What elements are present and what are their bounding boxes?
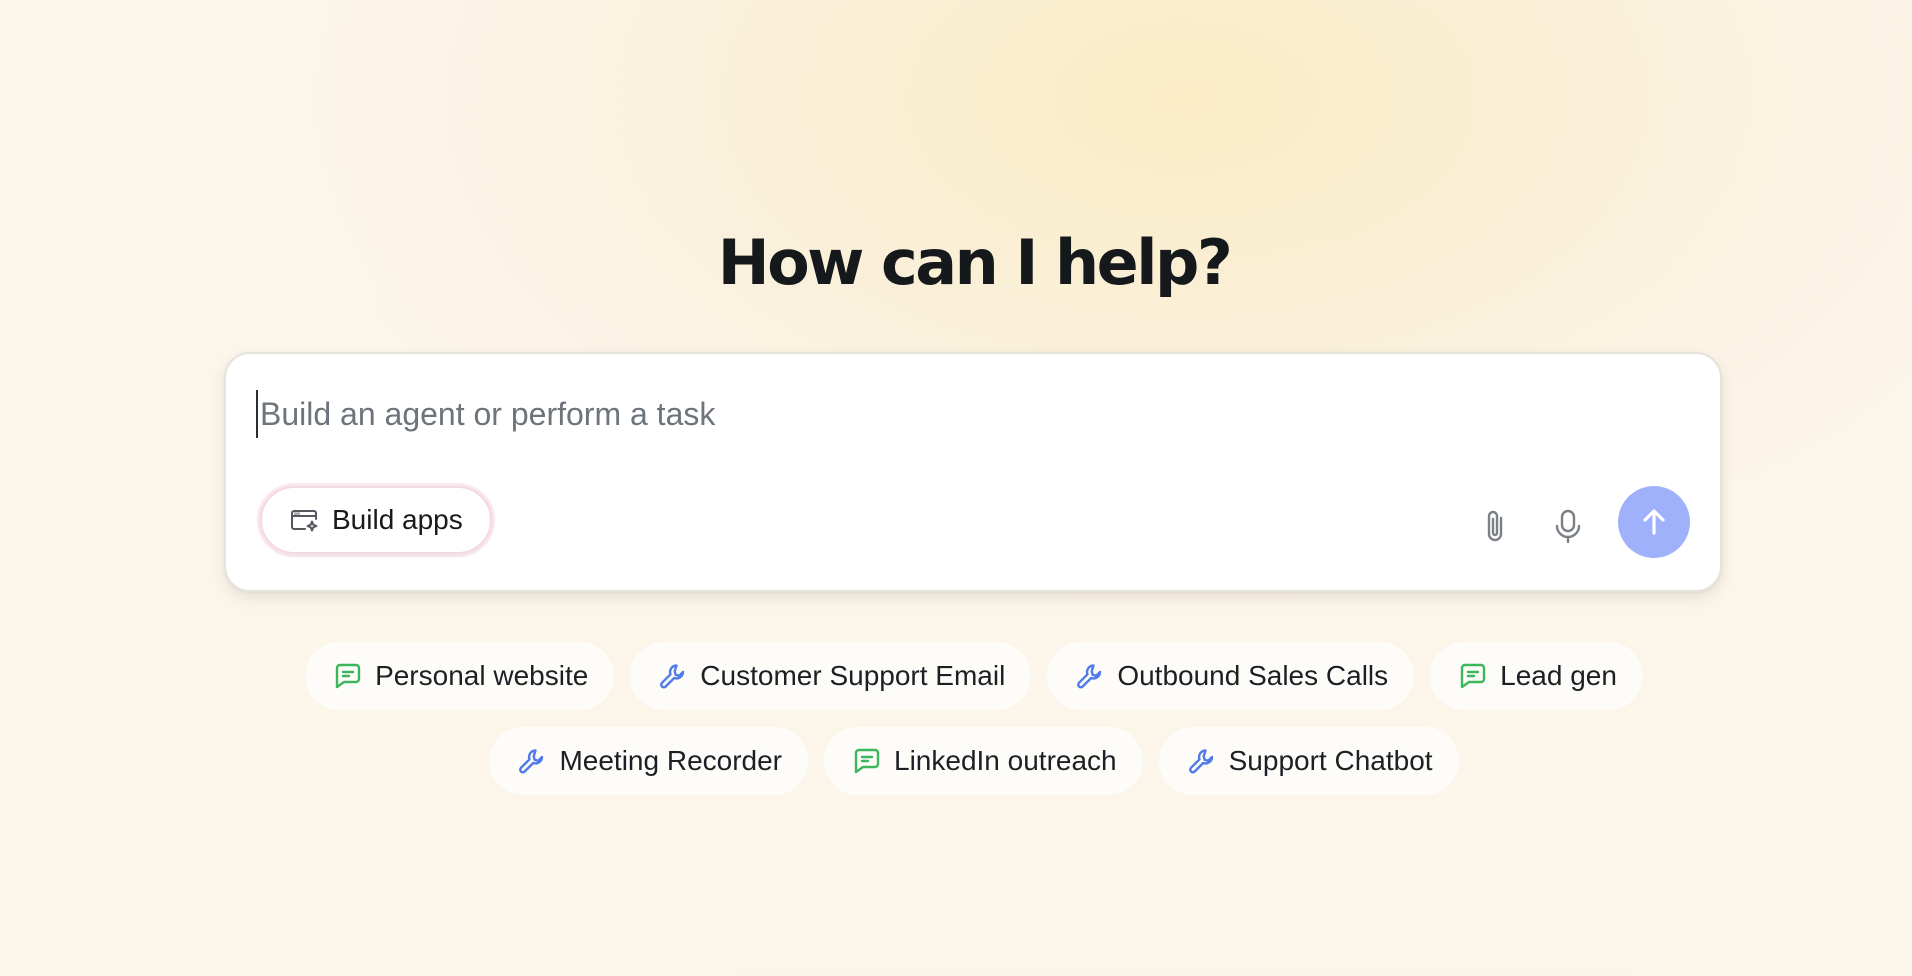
paperclip-icon (1479, 506, 1513, 546)
attach-button[interactable] (1472, 502, 1520, 550)
suggestion-label: Customer Support Email (700, 660, 1006, 691)
build-apps-label: Build apps (332, 504, 463, 535)
app-sparkle-icon (288, 504, 320, 536)
home-page: How can I help? Build apps (0, 0, 1912, 976)
prompt-input[interactable] (256, 390, 1656, 438)
suggestion-chip[interactable]: Support Chatbot (1158, 727, 1459, 795)
microphone-icon (1551, 506, 1585, 546)
suggestion-chip[interactable]: Customer Support Email (630, 642, 1032, 710)
wrench-icon (517, 746, 547, 776)
suggestion-label: Personal website (375, 660, 589, 691)
suggestion-label: Lead gen (1500, 660, 1617, 691)
page-title: How can I help? (717, 226, 1233, 299)
suggestion-chip[interactable]: Meeting Recorder (489, 727, 809, 795)
suggestions-row-2: Meeting Recorder LinkedIn outreach Suppo… (0, 727, 1912, 795)
microphone-button[interactable] (1544, 502, 1592, 550)
suggestion-label: Meeting Recorder (559, 745, 783, 776)
suggestions-row-1: Personal website Customer Support Email … (0, 642, 1912, 710)
suggestion-label: Outbound Sales Calls (1117, 660, 1389, 691)
suggestion-chip[interactable]: Personal website (305, 642, 615, 710)
chat-bubble-icon (333, 661, 363, 691)
suggestion-label: LinkedIn outreach (894, 745, 1117, 776)
wrench-icon (1075, 661, 1105, 691)
send-button[interactable] (1618, 486, 1690, 558)
wrench-icon (1187, 746, 1217, 776)
suggestion-chip[interactable]: Lead gen (1430, 642, 1643, 710)
build-apps-button[interactable]: Build apps (260, 486, 492, 554)
chat-bubble-icon (852, 746, 882, 776)
suggestion-chip[interactable]: Outbound Sales Calls (1047, 642, 1415, 710)
prompt-composer: Build apps (224, 352, 1722, 592)
arrow-up-icon (1636, 504, 1672, 540)
wrench-icon (658, 661, 688, 691)
suggestion-chip[interactable]: LinkedIn outreach (824, 727, 1143, 795)
chat-bubble-icon (1458, 661, 1488, 691)
suggestion-label: Support Chatbot (1228, 745, 1433, 776)
